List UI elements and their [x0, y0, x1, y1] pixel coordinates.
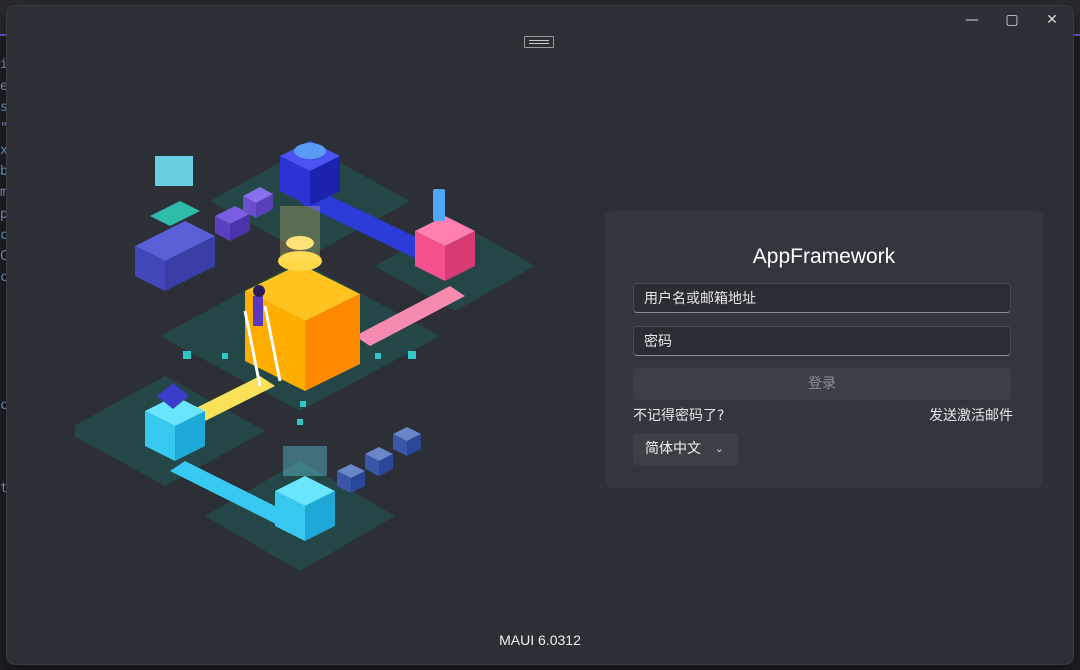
minimize-icon: — [965, 12, 979, 28]
app-title: AppFramework [752, 245, 896, 268]
language-selected-label: 简体中文 [645, 441, 701, 457]
close-button[interactable]: ✕ [1038, 10, 1066, 30]
minimize-button[interactable]: — [958, 10, 986, 30]
password-input[interactable]: 密码 [633, 326, 1011, 356]
language-select[interactable]: 简体中文 ⌄ [633, 433, 738, 465]
forgot-password-link[interactable]: 不记得密码了? [633, 405, 724, 425]
username-input[interactable]: 用户名或邮箱地址 [633, 283, 1011, 313]
app-window: — ▢ ✕ AppFramework 用户名或邮箱地址 密码 登录 不记得密码了… [7, 6, 1073, 664]
send-activation-email-link[interactable]: 发送激活邮件 [929, 405, 1013, 425]
maximize-button[interactable]: ▢ [998, 10, 1026, 30]
close-icon: ✕ [1046, 12, 1058, 28]
drag-handle-icon[interactable] [524, 36, 554, 48]
isometric-illustration [75, 141, 535, 571]
login-button[interactable]: 登录 [633, 368, 1011, 400]
maximize-icon: ▢ [1005, 12, 1019, 28]
version-label: MAUI 6.0312 [499, 632, 581, 648]
chevron-down-icon: ⌄ [714, 442, 724, 455]
title-bar[interactable]: — ▢ ✕ [7, 6, 1073, 34]
login-card: AppFramework 用户名或邮箱地址 密码 登录 不记得密码了? 发送激活… [605, 211, 1043, 488]
